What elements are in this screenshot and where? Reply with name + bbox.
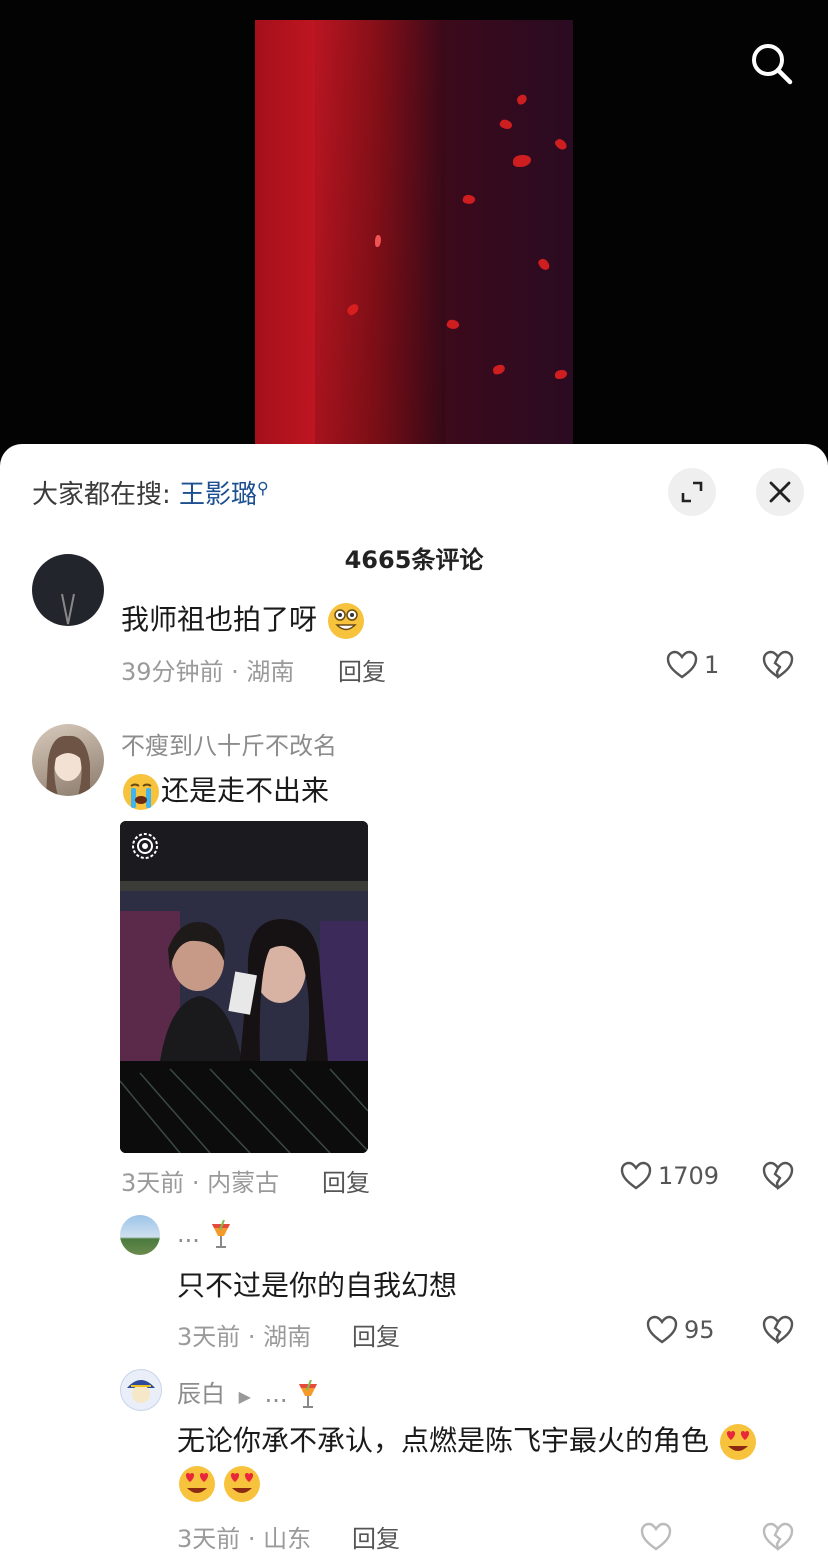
heart-eyes-emoji (719, 1424, 756, 1460)
commenter-name[interactable]: 辰白 ▶ ... (177, 1374, 321, 1410)
heart-icon (646, 1315, 678, 1344)
trending-keyword[interactable]: 王影璐 (179, 480, 257, 510)
comment-meta: 3天前 · 内蒙古 (121, 1169, 280, 1197)
search-button[interactable] (748, 40, 796, 88)
expand-icon (681, 481, 703, 503)
video-frame (255, 20, 573, 450)
comments-count: 4665条评论 (344, 546, 484, 574)
comment-image[interactable] (120, 821, 368, 1153)
heart-eyes-emoji (224, 1466, 261, 1502)
like-button[interactable] (640, 1522, 672, 1556)
grinning-emoji (327, 603, 364, 639)
like-button[interactable]: 1709 (620, 1161, 719, 1191)
reply-button[interactable]: 回复 (352, 1317, 400, 1352)
dislike-button[interactable] (762, 1315, 794, 1349)
reply-meta: 3天前 · 山东 (177, 1525, 312, 1553)
broken-heart-icon (762, 650, 794, 680)
like-count: 95 (684, 1316, 715, 1344)
commenter-name[interactable]: ... (177, 1220, 234, 1250)
trending-search[interactable]: 大家都在搜: 王影璐⚲ (32, 474, 269, 511)
broken-heart-icon (762, 1522, 794, 1552)
heart-icon (620, 1161, 652, 1190)
broken-heart-icon (762, 1315, 794, 1345)
avatar[interactable] (32, 724, 104, 796)
like-count: 1709 (658, 1162, 720, 1190)
search-icon (752, 44, 793, 85)
video-player[interactable] (0, 0, 828, 470)
avatar[interactable] (32, 554, 104, 626)
reply-button[interactable]: 回复 (352, 1519, 400, 1554)
comment-sheet: 大家都在搜: 王影璐⚲ 4665条评论 我师祖也拍了呀 39分钟前 · 湖南 回… (0, 444, 828, 1560)
search-icon: ⚲ (257, 478, 269, 498)
dislike-button[interactable] (762, 1522, 794, 1556)
cocktail-emoji (211, 1220, 230, 1248)
crying-emoji (123, 774, 159, 810)
dislike-button[interactable] (762, 650, 794, 684)
reply-button[interactable]: 回复 (338, 652, 386, 687)
cocktail-emoji (299, 1380, 318, 1408)
close-icon (769, 481, 791, 503)
reply-emoji-line (177, 1464, 262, 1504)
comment-text: 还是走不出来 (121, 769, 329, 812)
comment-text: 我师祖也拍了呀 (121, 598, 366, 641)
dislike-button[interactable] (762, 1161, 794, 1195)
heart-eyes-emoji (179, 1466, 215, 1502)
expand-button[interactable] (668, 468, 716, 516)
reply-text: 只不过是你的自我幻想 (177, 1269, 458, 1302)
reply-to-name[interactable]: ... (265, 1380, 288, 1408)
like-count: 1 (704, 651, 720, 679)
reply-text: 无论你承不承认，点燃是陈飞宇最火的角色 (177, 1419, 758, 1462)
like-button[interactable]: 1 (666, 650, 719, 680)
reply-to-arrow-icon: ▶ (238, 1387, 251, 1406)
avatar[interactable] (120, 1369, 162, 1411)
heart-icon (640, 1522, 672, 1551)
reply-meta: 3天前 · 湖南 (177, 1323, 312, 1351)
commenter-name[interactable]: 不瘦到八十斤不改名 (121, 726, 337, 761)
heart-icon (666, 650, 698, 679)
comment-meta: 39分钟前 · 湖南 (121, 658, 295, 686)
close-button[interactable] (756, 468, 804, 516)
reply-button[interactable]: 回复 (322, 1163, 370, 1198)
avatar[interactable] (120, 1215, 160, 1255)
trending-prefix: 大家都在搜: (32, 480, 171, 510)
broken-heart-icon (762, 1161, 794, 1191)
like-button[interactable]: 95 (646, 1315, 715, 1345)
live-photo-icon (132, 833, 158, 859)
